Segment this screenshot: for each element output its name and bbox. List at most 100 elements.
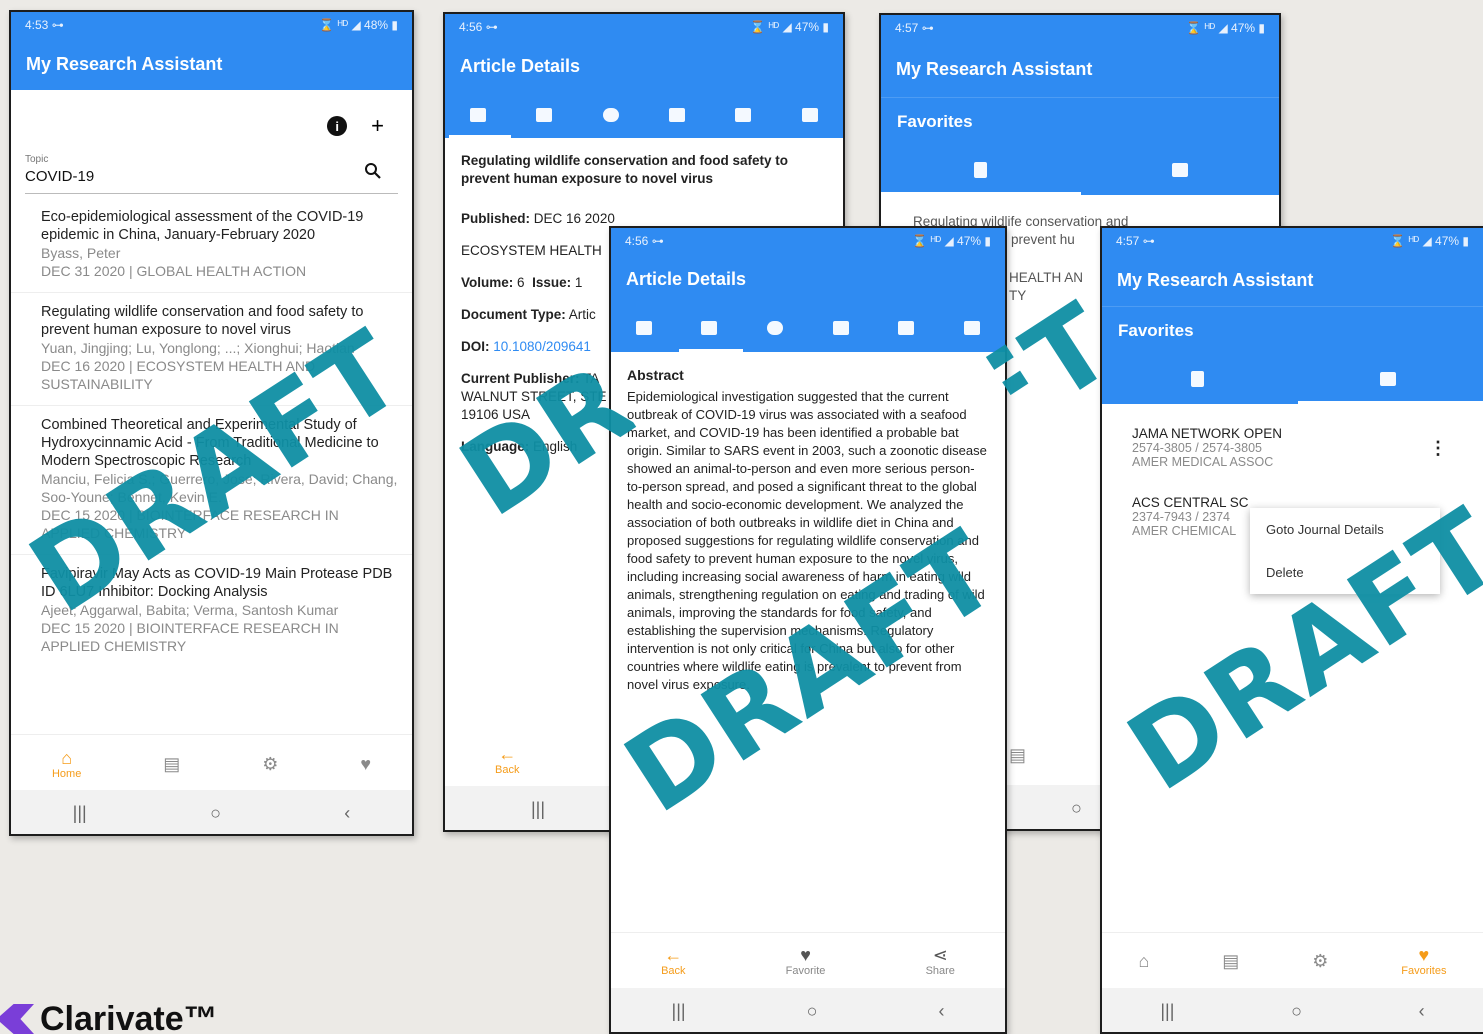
- back-button[interactable]: ← Back: [661, 945, 685, 977]
- recents-icon[interactable]: |||: [1160, 1001, 1174, 1022]
- tab-abstract-icon[interactable]: [698, 320, 720, 336]
- phone-abstract: 4:56 ⊶ ⌛ ᴴᴰ ◢ 47% ▮ Article Details Abst…: [609, 226, 1007, 1034]
- article-meta: DEC 15 2020 | BIOINTERFACE RESEARCH IN A…: [41, 507, 339, 541]
- back-arrow-icon: ←: [498, 744, 517, 764]
- abstract-section: Abstract Epidemiological investigation s…: [611, 352, 1005, 708]
- back-arrow-icon[interactable]: ‹: [344, 803, 350, 824]
- article-title: Eco-epidemiological assessment of the CO…: [41, 209, 364, 243]
- tab-abstract-icon[interactable]: [533, 107, 555, 123]
- tab-journals-icon[interactable]: [1377, 371, 1399, 387]
- doctype-value: Artic: [568, 307, 596, 322]
- gallery-icon[interactable]: ▤: [1009, 745, 1026, 766]
- nav-home[interactable]: ⌂: [1138, 951, 1149, 971]
- tab-metrics-icon[interactable]: [961, 320, 983, 336]
- tab-metrics-icon[interactable]: [799, 107, 821, 123]
- published-label: Published:: [461, 211, 531, 226]
- volume-label: Volume:: [461, 275, 514, 290]
- tab-table-icon[interactable]: [467, 107, 489, 123]
- share-button[interactable]: ⋖ Share: [926, 945, 955, 977]
- back-arrow-icon[interactable]: ‹: [1419, 1001, 1425, 1022]
- nav-favorites[interactable]: ♥ Favorites: [1401, 945, 1446, 977]
- nav-journals[interactable]: ▤: [1222, 951, 1239, 971]
- tab-indicator: [449, 135, 511, 138]
- recents-icon[interactable]: |||: [672, 1001, 686, 1022]
- home-button-icon[interactable]: ○: [210, 803, 221, 824]
- back-arrow-icon[interactable]: ‹: [938, 1001, 944, 1022]
- home-button-icon[interactable]: ○: [1291, 1001, 1302, 1022]
- home-icon: ⌂: [1138, 950, 1150, 971]
- bottom-nav: ← Back ♥ Favorite ⋖ Share: [611, 932, 1005, 988]
- tab-institution-icon[interactable]: [732, 107, 754, 123]
- status-time: 4:57 ⊶: [1116, 234, 1155, 248]
- status-bar: 4:57 ⊶ ⌛ ᴴᴰ ◢ 47% ▮: [881, 15, 1279, 41]
- tab-journal-icon[interactable]: [666, 107, 688, 123]
- favorite-journal-item[interactable]: JAMA NETWORK OPEN 2574-3805 / 2574-3805 …: [1102, 416, 1483, 479]
- article-title: Combined Theoretical and Experimental St…: [41, 417, 379, 469]
- recents-icon[interactable]: |||: [73, 803, 87, 824]
- article-item[interactable]: Favipiravir May Acts as COVID-19 Main Pr…: [11, 555, 412, 667]
- tab-indicator: [1298, 401, 1483, 404]
- nav-journals[interactable]: ▤: [163, 754, 180, 774]
- doctype-label: Document Type:: [461, 307, 566, 322]
- article-authors: Byass, Peter: [41, 245, 121, 261]
- nav-settings[interactable]: ⚙: [1312, 951, 1328, 971]
- nav-favorites[interactable]: ♥: [360, 754, 371, 774]
- detail-tabs: [445, 92, 843, 138]
- tab-authors-icon[interactable]: [600, 107, 622, 123]
- doi-label: DOI:: [461, 339, 490, 354]
- home-icon: ⌂: [61, 747, 73, 768]
- gallery-icon: ▤: [163, 753, 181, 774]
- system-nav: ||| ○ ‹: [611, 988, 1005, 1032]
- recents-icon[interactable]: |||: [531, 799, 545, 820]
- search-icon[interactable]: [364, 162, 382, 185]
- issue-value: 1: [574, 275, 583, 290]
- clarivate-wordmark: Clarivate™: [40, 1000, 218, 1034]
- tab-articles-icon[interactable]: [970, 162, 992, 178]
- more-vert-icon[interactable]: ⋮: [1429, 438, 1447, 459]
- volume-value: 6: [517, 275, 525, 290]
- article-item[interactable]: Regulating wildlife conservation and foo…: [11, 293, 412, 406]
- share-label: Share: [925, 964, 955, 977]
- favorites-header: Favorites: [1102, 306, 1483, 354]
- toolbar: i +: [11, 90, 412, 137]
- status-bar: 4:57 ⊶ ⌛ ᴴᴰ ◢ 47% ▮: [1102, 228, 1483, 254]
- tab-journals-icon[interactable]: [1169, 162, 1191, 178]
- back-button[interactable]: ← Back: [495, 744, 519, 776]
- clarivate-logo-mark: [0, 1004, 34, 1034]
- nav-home[interactable]: ⌂ Home: [52, 748, 81, 780]
- tab-institution-icon[interactable]: [895, 320, 917, 336]
- favorite-button[interactable]: ♥ Favorite: [786, 945, 826, 977]
- status-icons: ⌛ ᴴᴰ ◢ 47% ▮: [912, 234, 991, 248]
- article-authors: Ajeet; Aggarwal, Babita; Verma, Santosh …: [41, 602, 339, 618]
- publisher-value: TA: [583, 371, 600, 386]
- abstract-heading: Abstract: [627, 367, 684, 383]
- menu-delete[interactable]: Delete: [1250, 551, 1440, 594]
- topic-label: Topic: [25, 154, 49, 165]
- gear-icon: ⚙: [1312, 950, 1329, 971]
- home-button-icon[interactable]: ○: [1071, 798, 1082, 819]
- home-button-icon[interactable]: ○: [807, 1001, 818, 1022]
- tab-authors-icon[interactable]: [764, 320, 786, 336]
- nav-settings[interactable]: ⚙: [262, 754, 278, 774]
- phone-home: 4:53 ⊶ ⌛ ᴴᴰ ◢ 48% ▮ My Research Assistan…: [9, 10, 414, 836]
- status-bar: 4:56 ⊶ ⌛ ᴴᴰ ◢ 47% ▮: [611, 228, 1005, 254]
- article-item[interactable]: Combined Theoretical and Experimental St…: [11, 406, 412, 555]
- app-title: My Research Assistant: [1102, 254, 1483, 306]
- article-title: Favipiravir May Acts as COVID-19 Main Pr…: [41, 566, 393, 600]
- favorites-tabs: [881, 145, 1279, 195]
- detail-title: Regulating wildlife conservation and foo…: [461, 153, 789, 186]
- bottom-nav: ⌂ ▤ ⚙ ♥ Favorites: [1102, 932, 1483, 988]
- topic-value: COVID-19: [25, 168, 95, 185]
- info-icon[interactable]: i: [327, 116, 348, 136]
- plus-icon[interactable]: +: [371, 115, 384, 137]
- topic-field[interactable]: Topic COVID-19: [25, 154, 398, 194]
- menu-goto-journal[interactable]: Goto Journal Details: [1250, 508, 1440, 551]
- app-title: Article Details: [611, 254, 1005, 304]
- tab-journal-icon[interactable]: [830, 320, 852, 336]
- status-icons: ⌛ ᴴᴰ ◢ 48% ▮: [319, 18, 398, 32]
- doi-link[interactable]: 10.1080/209641: [493, 339, 591, 354]
- article-item[interactable]: Eco-epidemiological assessment of the CO…: [11, 198, 412, 293]
- journal-issn: 2574-3805 / 2574-3805: [1132, 441, 1262, 455]
- tab-articles-icon[interactable]: [1186, 371, 1208, 387]
- tab-table-icon[interactable]: [633, 320, 655, 336]
